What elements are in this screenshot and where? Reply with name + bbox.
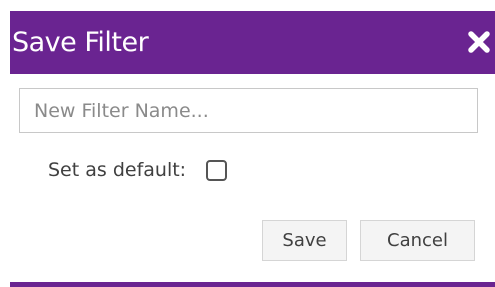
dialog-bottom-border [10, 282, 495, 287]
save-filter-dialog: Save Filter Set as default: Save Cancel [0, 0, 495, 287]
dialog-title: Save Filter [12, 27, 149, 58]
dialog-titlebar: Save Filter [10, 11, 495, 74]
cancel-button[interactable]: Cancel [360, 220, 475, 261]
default-label: Set as default: [48, 159, 187, 181]
close-icon[interactable] [467, 30, 491, 54]
default-row: Set as default: [48, 155, 228, 185]
filter-name-input[interactable] [19, 88, 478, 133]
default-checkbox[interactable] [206, 159, 228, 181]
save-button[interactable]: Save [262, 220, 347, 261]
